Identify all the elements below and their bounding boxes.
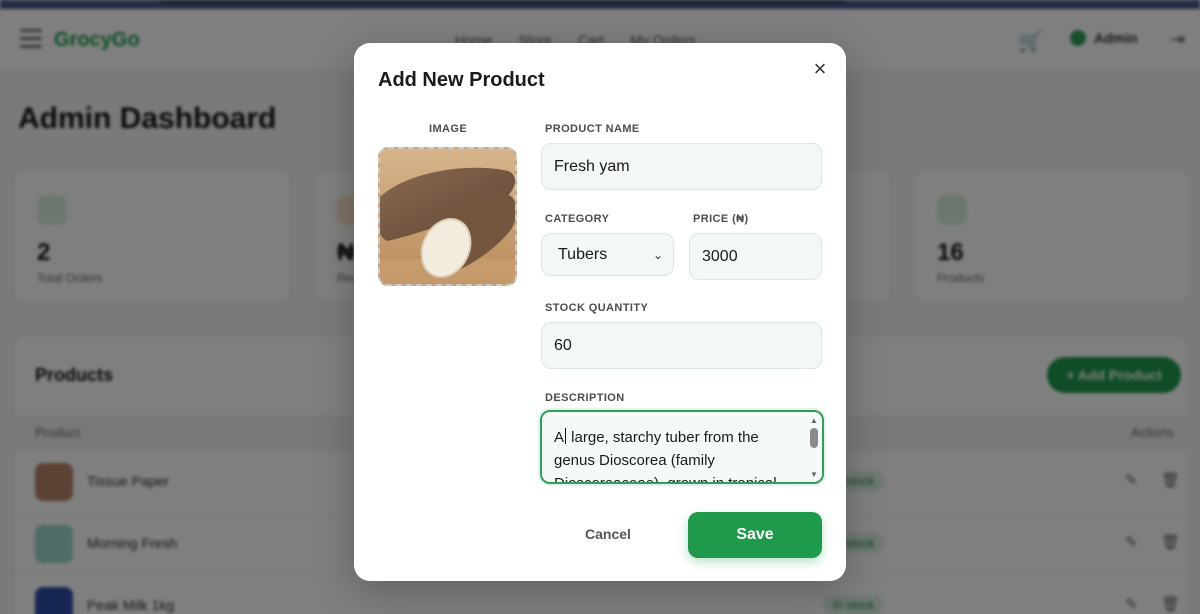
textarea-scrollbar[interactable]: ▲ ▼	[809, 416, 819, 480]
scroll-down-icon[interactable]: ▼	[809, 470, 819, 480]
close-icon[interactable]: ×	[810, 58, 830, 80]
cancel-button[interactable]: Cancel	[558, 512, 658, 556]
add-product-modal: Add New Product × IMAGE PRODUCT NAME Fre…	[354, 43, 846, 581]
product-name-label: PRODUCT NAME	[545, 123, 640, 135]
price-label: PRICE (₦)	[693, 213, 749, 225]
stock-label: STOCK QUANTITY	[545, 302, 649, 314]
product-name-input[interactable]: Fresh yam	[541, 143, 822, 190]
category-select[interactable]: Tubers ⌄	[541, 233, 674, 276]
category-value: Tubers	[558, 245, 608, 263]
image-label: IMAGE	[429, 123, 468, 135]
price-input[interactable]: 3000	[689, 233, 822, 280]
modal-title: Add New Product	[378, 69, 545, 91]
product-image-upload[interactable]	[378, 147, 517, 286]
description-text: A large, starchy tuber from the genus Di…	[554, 428, 777, 484]
scroll-thumb[interactable]	[810, 428, 818, 448]
description-label: DESCRIPTION	[545, 392, 625, 404]
category-label: CATEGORY	[545, 213, 610, 225]
save-button[interactable]: Save	[688, 512, 822, 558]
description-textarea[interactable]: A large, starchy tuber from the genus Di…	[540, 410, 824, 484]
stock-quantity-input[interactable]: 60	[541, 322, 822, 369]
text-caret	[565, 428, 567, 444]
yam-image	[380, 149, 515, 284]
chevron-down-icon: ⌄	[652, 247, 663, 262]
scroll-up-icon[interactable]: ▲	[809, 416, 819, 426]
